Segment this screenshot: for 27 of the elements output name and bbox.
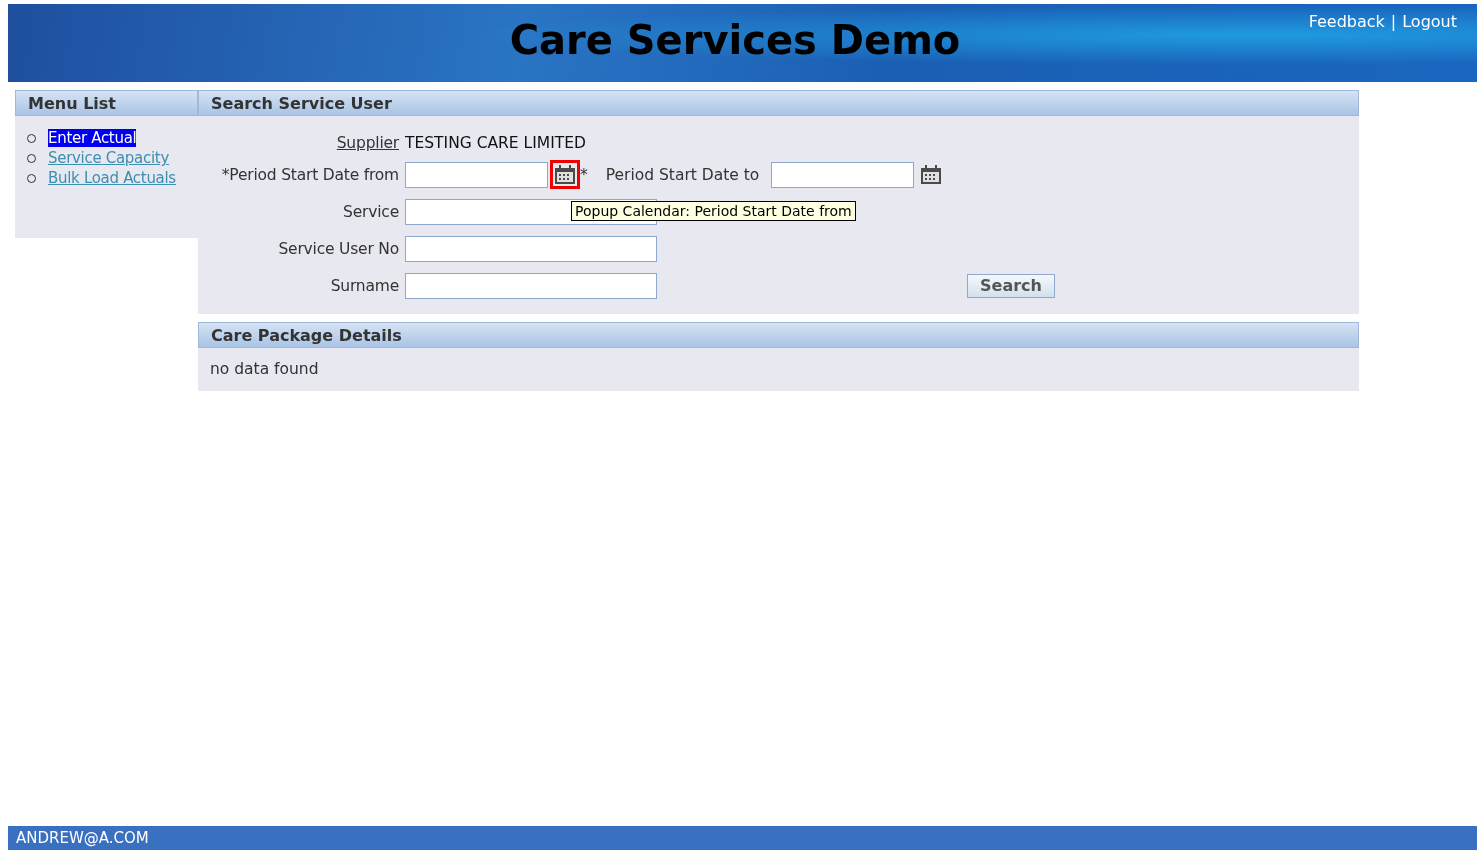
input-field[interactable]: [771, 161, 915, 188]
field-label: *Period Start Date from: [220, 165, 400, 184]
panel-title: Menu List: [28, 93, 116, 113]
required-mark: *: [580, 165, 588, 184]
app-title: Care Services Demo: [509, 16, 961, 65]
field-label: Service: [342, 202, 400, 221]
logout-link[interactable]: Logout: [1402, 12, 1457, 31]
link-separator: |: [1390, 12, 1397, 31]
calendar-button[interactable]: [550, 160, 580, 189]
input-field[interactable]: [405, 272, 657, 299]
menu-link[interactable]: Bulk Load Actuals: [48, 169, 176, 187]
menu-link[interactable]: Service Capacity: [48, 149, 169, 167]
input-field[interactable]: [405, 235, 657, 262]
user-email: ANDREW@A.COM: [16, 829, 149, 847]
empty-message: no data found: [210, 360, 319, 378]
field-label: Service User No: [277, 239, 400, 258]
search-button[interactable]: Search: [967, 273, 1055, 298]
field-label: Period Start Date to: [605, 165, 760, 184]
tooltip: Popup Calendar: Period Start Date from: [571, 201, 856, 221]
feedback-link[interactable]: Feedback: [1308, 12, 1385, 31]
supplier-value: TESTING CARE LIMITED: [405, 134, 586, 152]
panel-title: Search Service User: [211, 93, 392, 113]
menu-link[interactable]: Enter Actual: [48, 129, 137, 147]
field-label: Surname: [329, 276, 400, 295]
panel-title: Care Package Details: [211, 325, 402, 345]
supplier-link[interactable]: Supplier: [336, 134, 399, 152]
input-field[interactable]: [405, 161, 548, 188]
